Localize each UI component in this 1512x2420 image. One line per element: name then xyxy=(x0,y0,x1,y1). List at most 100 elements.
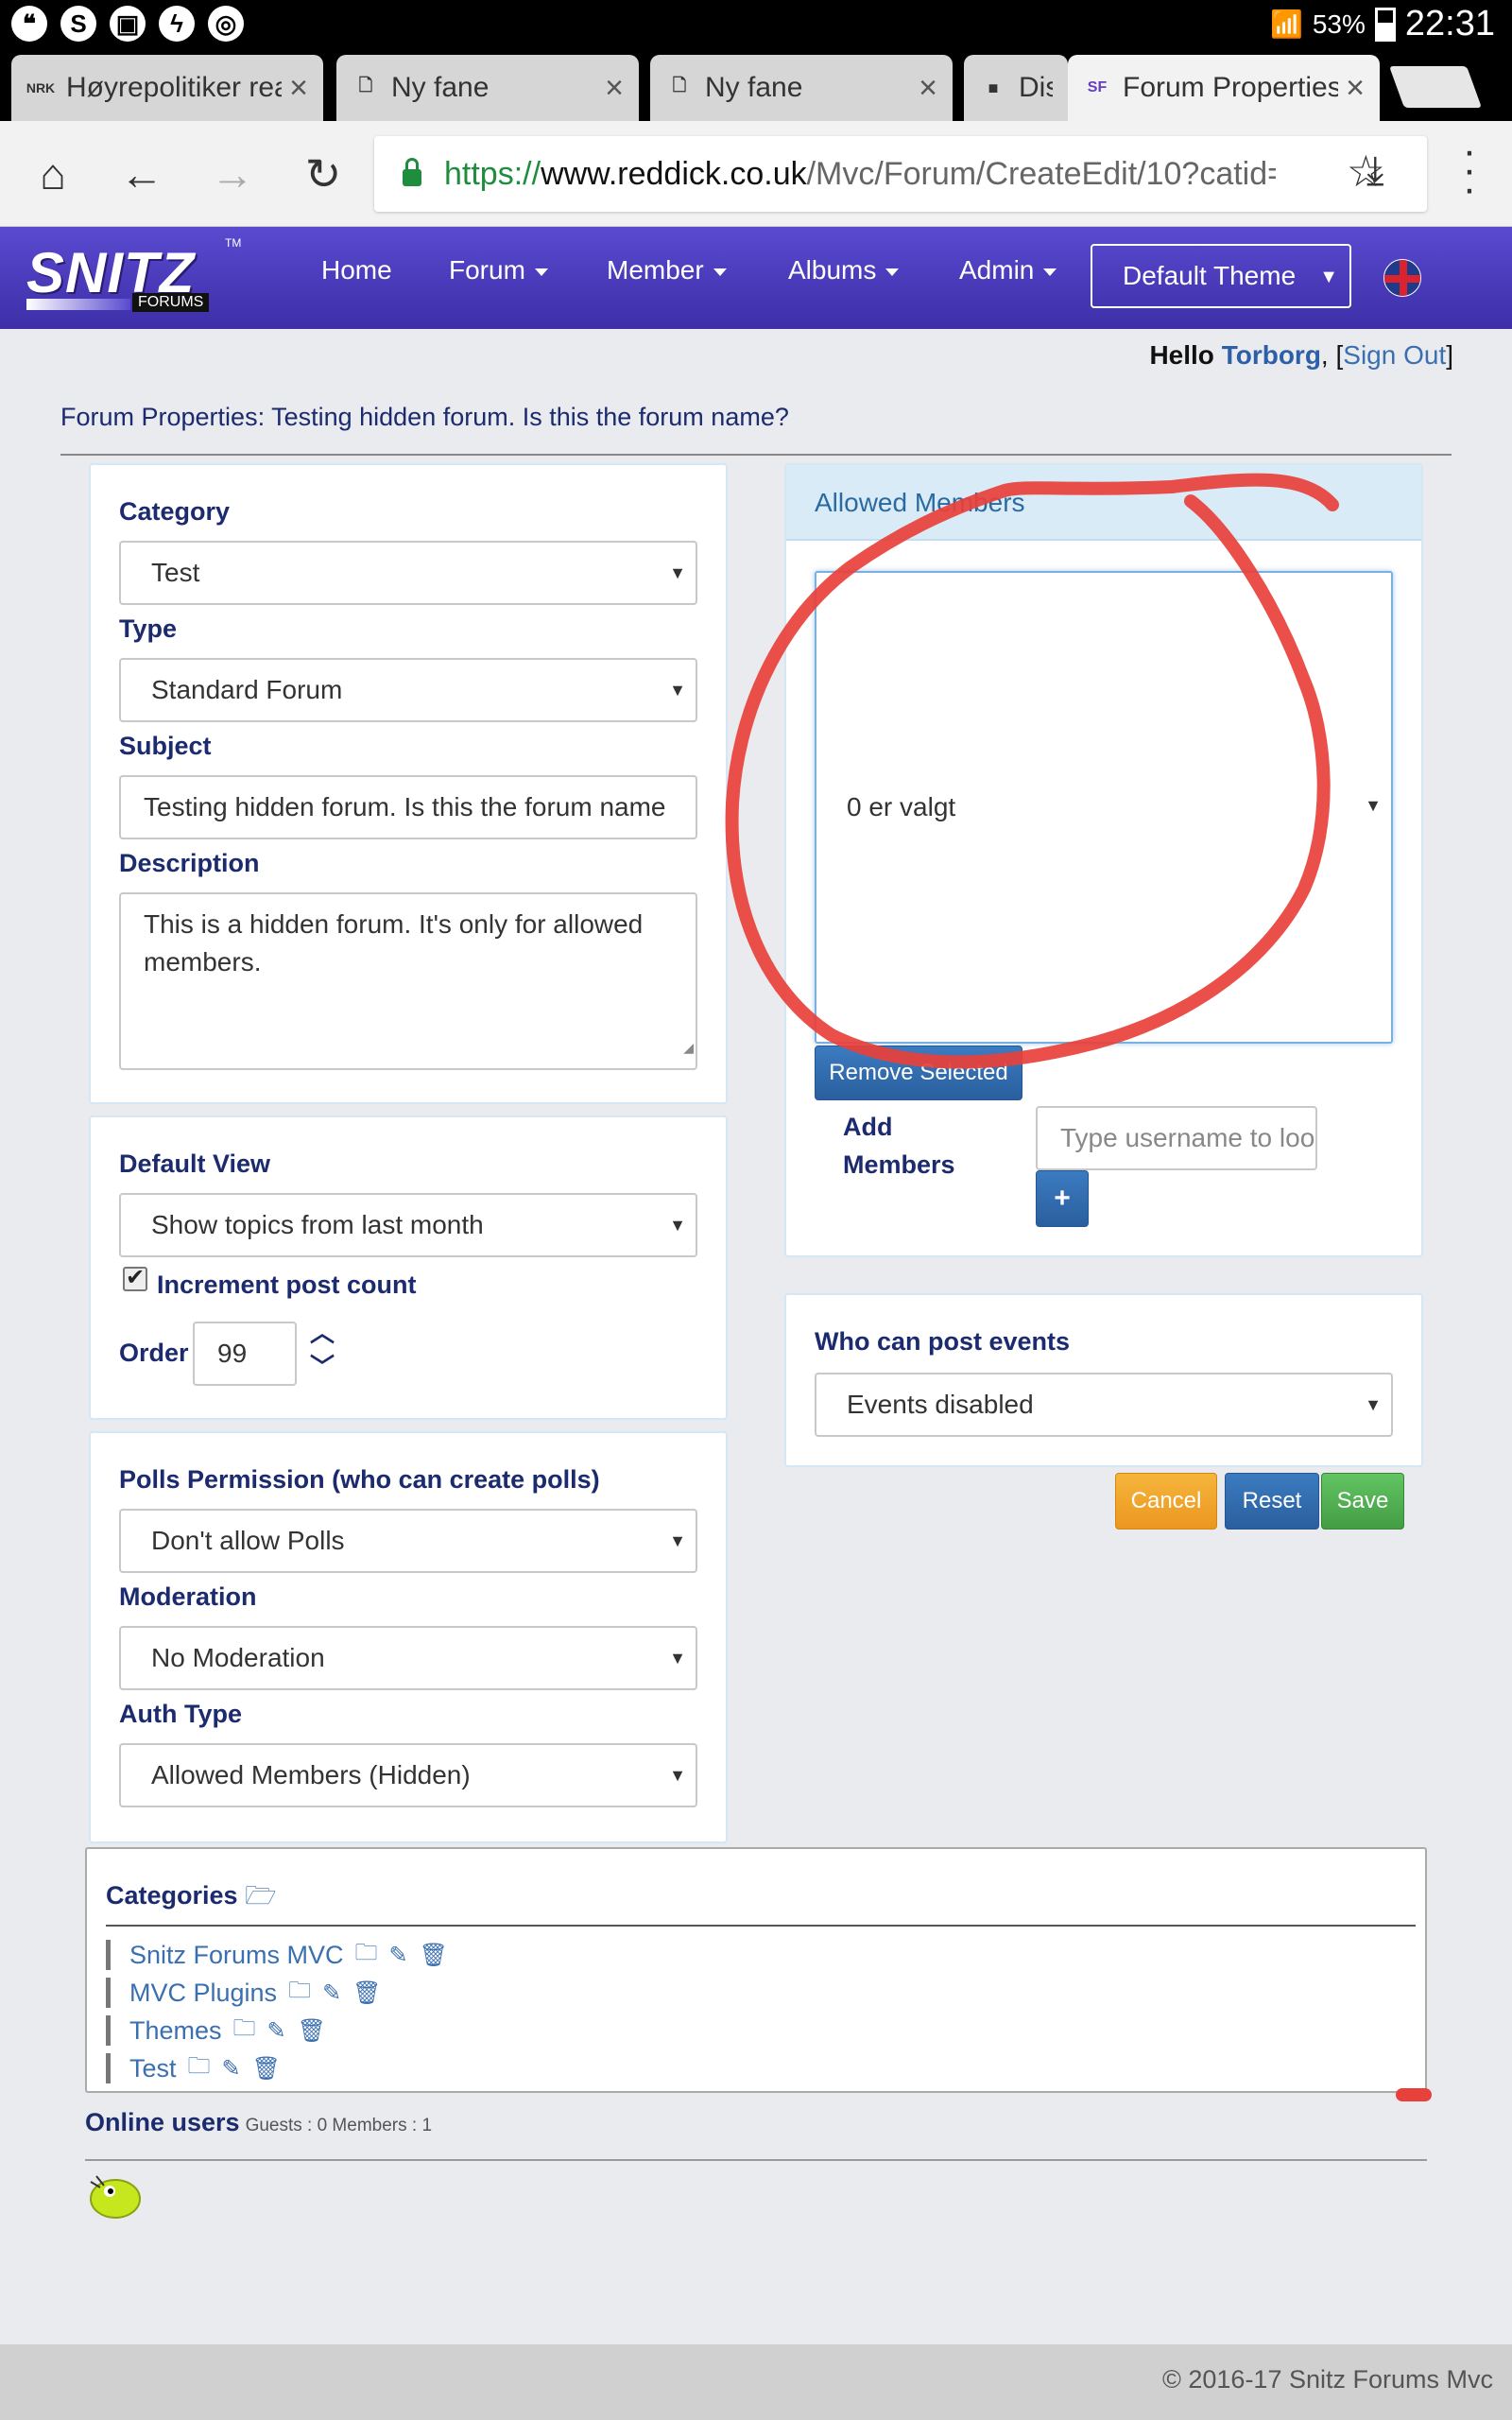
add-member-button[interactable]: + xyxy=(1036,1170,1089,1227)
page-title: Forum Properties: Testing hidden forum. … xyxy=(60,403,789,431)
folder-icon[interactable]: 🗀 xyxy=(355,1936,378,1975)
resize-handle-icon[interactable]: ◢ xyxy=(683,1028,694,1066)
category-item[interactable]: Test 🗀 ✎ 🗑 xyxy=(106,2053,281,2083)
folder-icon[interactable]: 🗀 xyxy=(288,1974,311,2013)
polls-label: Polls Permission (who can create polls) xyxy=(119,1465,600,1494)
type-select[interactable]: Standard Forum ▼ xyxy=(119,658,697,722)
uk-flag-icon[interactable] xyxy=(1383,259,1421,297)
category-item[interactable]: MVC Plugins 🗀 ✎ 🗑 xyxy=(106,1978,382,2008)
allowed-members-header: Allowed Members xyxy=(786,465,1421,541)
clock: 22:31 xyxy=(1404,4,1495,43)
trash-icon[interactable]: 🗑 xyxy=(352,1979,381,2007)
dropdown-arrow-icon: ▼ xyxy=(669,1216,686,1235)
reset-button[interactable]: Reset xyxy=(1225,1473,1319,1530)
browser-tab[interactable]: ■ Discussions xyxy=(964,55,1068,121)
dropdown-arrow-icon: ▼ xyxy=(1365,1395,1382,1414)
user-avatar[interactable] xyxy=(87,2172,142,2220)
increment-post-count-checkbox[interactable]: ✔ xyxy=(123,1267,147,1291)
chevron-up-icon[interactable]: ︿ xyxy=(310,1314,335,1349)
forward-icon[interactable]: → xyxy=(206,147,259,200)
nav-albums[interactable]: Albums xyxy=(788,255,900,285)
online-users: Online users Guests : 0 Members : 1 xyxy=(85,2108,433,2136)
events-select[interactable]: Events disabled ▼ xyxy=(815,1373,1393,1437)
default-view-select[interactable]: Show topics from last month ▼ xyxy=(119,1193,697,1257)
site-navbar: SNITZ FORUMS TM Home Forum Member Albums… xyxy=(0,227,1512,329)
edit-icon[interactable]: ✎ xyxy=(322,1979,341,2007)
image-icon: ▣ xyxy=(110,6,146,42)
auth-type-label: Auth Type xyxy=(119,1700,242,1728)
trash-icon[interactable]: 🗑 xyxy=(252,2055,281,2083)
moderation-select[interactable]: No Moderation ▼ xyxy=(119,1626,697,1690)
nav-forum[interactable]: Forum xyxy=(449,255,548,285)
cancel-button[interactable]: Cancel xyxy=(1115,1473,1217,1530)
category-item[interactable]: Themes 🗀 ✎ 🗑 xyxy=(106,2015,326,2046)
dropdown-arrow-icon: ▼ xyxy=(1365,796,1382,815)
browser-tab-active[interactable]: SF Forum Properties × xyxy=(1068,55,1380,121)
trash-icon[interactable]: 🗑 xyxy=(420,1942,448,1969)
close-tab-icon[interactable]: × xyxy=(919,70,937,107)
caret-down-icon xyxy=(1043,268,1057,276)
auth-type-select[interactable]: Allowed Members (Hidden) ▼ xyxy=(119,1743,697,1807)
category-select[interactable]: Test ▼ xyxy=(119,541,697,605)
browser-tab[interactable]: NRK Høyrepolitiker reagerer × xyxy=(11,55,323,121)
copyright: © 2016-17 Snitz Forums Mvc xyxy=(1161,2365,1493,2394)
snitz-logo[interactable]: SNITZ FORUMS TM xyxy=(26,236,241,318)
menu-dots-icon[interactable]: · · · xyxy=(1455,130,1484,210)
download-icon[interactable]: ⤓ xyxy=(1366,147,1384,194)
online-stats: Guests : 0 Members : 1 xyxy=(245,2116,433,2135)
category-item[interactable]: Snitz Forums MVC 🗀 ✎ 🗑 xyxy=(106,1940,448,1970)
dropdown-arrow-icon: ▼ xyxy=(669,1766,686,1785)
browser-tab[interactable]: 🗋 Ny fane × xyxy=(336,55,639,121)
subject-label: Subject xyxy=(119,732,212,760)
category-label: Category xyxy=(119,497,231,526)
trash-icon[interactable]: 🗑 xyxy=(298,2017,326,2045)
edit-icon[interactable]: ✎ xyxy=(267,2017,286,2045)
edit-icon[interactable]: ✎ xyxy=(389,1942,408,1969)
nrk-favicon-icon: NRK xyxy=(26,80,56,95)
allowed-members-panel: Allowed Members 0 er valgt ▼ Remove Sele… xyxy=(784,463,1423,1257)
close-tab-icon[interactable]: × xyxy=(1346,70,1365,107)
browser-tab[interactable]: 🗋 Ny fane × xyxy=(650,55,953,121)
back-icon[interactable]: ← xyxy=(115,147,168,200)
sign-out-link[interactable]: Sign Out xyxy=(1343,340,1446,370)
description-textarea[interactable]: This is a hidden forum. It's only for al… xyxy=(119,892,697,1070)
url-field[interactable]: https://www.reddick.co.uk/Mvc/Forum/Crea… xyxy=(374,136,1427,212)
folder-icon[interactable]: 🗀 xyxy=(188,2049,211,2088)
battery-percent: 53% xyxy=(1312,9,1366,39)
close-tab-icon[interactable]: × xyxy=(289,70,308,107)
username-link[interactable]: Torborg xyxy=(1222,340,1321,370)
close-tab-icon[interactable]: × xyxy=(605,70,624,107)
home-icon[interactable]: ⌂ xyxy=(26,147,79,200)
nav-home[interactable]: Home xyxy=(321,255,392,285)
tab-title: Forum Properties xyxy=(1123,72,1339,103)
user-greeting: Hello Torborg, [Sign Out] xyxy=(1149,340,1453,370)
nav-member[interactable]: Member xyxy=(607,255,727,285)
polls-select[interactable]: Don't allow Polls ▼ xyxy=(119,1509,697,1573)
allowed-members-multiselect[interactable]: 0 er valgt ▼ xyxy=(815,571,1393,1044)
nav-admin[interactable]: Admin xyxy=(959,255,1057,285)
url-text: https://www.reddick.co.uk/Mvc/Forum/Crea… xyxy=(444,155,1276,192)
folder-icon[interactable]: 🗀 xyxy=(233,2012,256,2050)
reload-icon[interactable]: ↻ xyxy=(297,147,350,200)
caret-down-icon xyxy=(534,268,548,276)
order-input[interactable]: 99 xyxy=(193,1322,297,1386)
hangouts-icon: ❝ xyxy=(11,6,47,42)
subject-input[interactable]: Testing hidden forum. Is this the forum … xyxy=(119,775,697,839)
tab-title: Ny fane xyxy=(391,72,490,103)
divider xyxy=(85,2159,1427,2161)
page-footer: © 2016-17 Snitz Forums Mvc xyxy=(0,2344,1512,2420)
save-button[interactable]: Save xyxy=(1321,1473,1404,1530)
remove-selected-button[interactable]: Remove Selected xyxy=(815,1046,1022,1100)
chevron-down-icon[interactable]: ﹀ xyxy=(310,1348,335,1383)
default-view-label: Default View xyxy=(119,1150,271,1178)
theme-select[interactable]: Default Theme ▼ xyxy=(1091,244,1351,308)
dropdown-arrow-icon: ▼ xyxy=(669,681,686,700)
new-tab-button[interactable] xyxy=(1388,66,1483,108)
moderation-label: Moderation xyxy=(119,1582,257,1611)
edit-icon[interactable]: ✎ xyxy=(222,2055,241,2083)
wifi-icon: 📶 xyxy=(1269,9,1303,39)
type-label: Type xyxy=(119,614,178,643)
events-panel: Who can post events Events disabled ▼ xyxy=(784,1293,1423,1467)
add-member-input[interactable]: Type username to lookup xyxy=(1036,1106,1317,1170)
skype-icon: S xyxy=(60,6,96,42)
